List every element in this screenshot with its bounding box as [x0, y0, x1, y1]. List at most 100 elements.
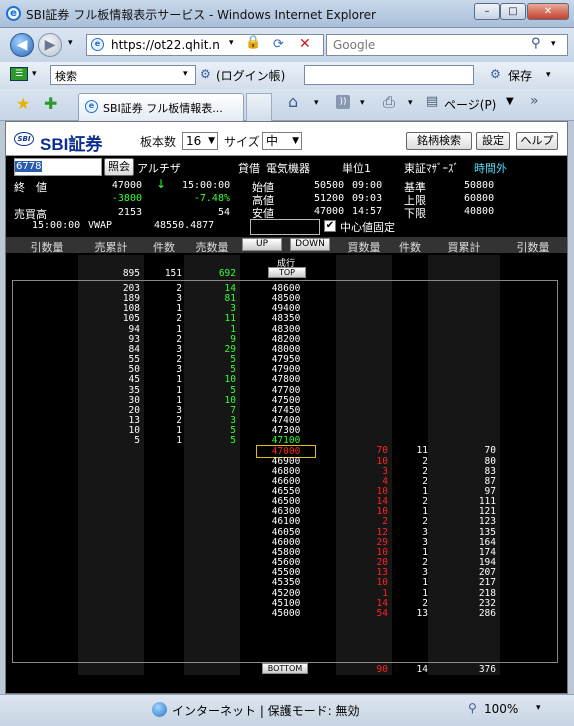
board-count-dropdown-icon: ▼ — [208, 136, 215, 146]
print-dropdown-icon[interactable]: ▾ — [408, 98, 413, 108]
board-count-label: 板本数 — [140, 135, 177, 149]
top-sell-cum: 895 — [122, 268, 140, 279]
status-bar: インターネット | 保護モード: 無効 ⚲ 100% ▾ — [0, 694, 574, 726]
add-favorites-icon[interactable]: ✚ — [44, 94, 57, 113]
vwap-time: 15:00:00 — [32, 220, 81, 231]
lock-icon[interactable]: 🔒 — [245, 35, 261, 55]
page-dropdown-icon[interactable]: ▼ — [506, 96, 514, 107]
center-price-input[interactable] — [250, 219, 320, 235]
col-sell-count: 件数 — [153, 241, 175, 254]
col-sell-qty: 売数量 — [195, 241, 229, 254]
size-select[interactable]: 中 ▼ — [262, 132, 302, 150]
bid-price[interactable]: 45000 — [256, 608, 316, 619]
login-link[interactable]: (ログイン帳) — [216, 67, 285, 84]
address-dropdown-icon[interactable]: ▾ — [229, 38, 234, 48]
tab-sbi-label: SBI証券 フル板情報表... — [103, 102, 223, 115]
search-dropdown-icon[interactable]: ▾ — [551, 39, 556, 49]
toolbar-blank-field[interactable] — [304, 65, 474, 85]
zoom-level[interactable]: 100% — [484, 702, 518, 716]
top-button[interactable]: TOP — [268, 267, 306, 278]
stock-code-input[interactable]: 6778 — [14, 158, 102, 176]
size-label: サイズ — [224, 135, 260, 149]
addon-dropdown-icon[interactable]: ▾ — [32, 69, 37, 79]
history-dropdown-icon[interactable]: ▾ — [68, 38, 73, 48]
page-icon: e — [91, 38, 104, 51]
center-fix-checkbox[interactable]: ✔ — [324, 220, 336, 232]
order-book: 成行 TOP 895 151 692 203 2 14 48600 189 3 8… — [6, 255, 567, 675]
high-price: 51200 — [314, 193, 345, 204]
page-menu-icon: ▤ — [426, 94, 439, 109]
page-menu[interactable]: ページ(P) — [444, 96, 496, 113]
forward-button[interactable]: ▶ — [38, 33, 62, 57]
sbi-logo: SBI証券 — [40, 135, 103, 154]
login-icon: ⚙ — [200, 67, 211, 81]
base-price: 50800 — [464, 180, 495, 191]
maximize-button[interactable]: □ — [500, 3, 526, 20]
bottom-button[interactable]: BOTTOM — [262, 663, 308, 674]
new-tab-button[interactable] — [246, 93, 272, 121]
down-arrow-icon: ↓ — [156, 177, 167, 191]
up-button[interactable]: UP — [242, 238, 282, 251]
internet-globe-icon — [152, 702, 167, 717]
window-titlebar: e SBI証券 フル板情報表示サービス - Windows Internet E… — [0, 0, 574, 28]
home-dropdown-icon[interactable]: ▾ — [314, 98, 319, 108]
home-icon[interactable]: ⌂ — [288, 92, 298, 111]
save-dropdown-icon[interactable]: ▾ — [546, 70, 551, 80]
top-sell-qty: 692 — [218, 268, 236, 279]
lower-label: 下限 — [404, 207, 426, 220]
board-count-select[interactable]: 16 ▼ — [182, 132, 218, 150]
tab-sbi[interactable]: e SBI証券 フル板情報表... — [78, 93, 244, 121]
volume-value: 2153 — [117, 207, 142, 218]
minimize-button[interactable]: – — [474, 3, 500, 20]
zone-status: インターネット | 保護モード: 無効 — [172, 704, 360, 718]
search-icon[interactable]: ⚲ — [531, 36, 541, 51]
back-button[interactable]: ◀ — [10, 33, 34, 57]
print-icon[interactable]: ⎙ — [383, 93, 395, 111]
down-button[interactable]: DOWN — [290, 238, 330, 251]
save-link[interactable]: 保存 — [508, 67, 532, 84]
help-button[interactable]: ヘルプ — [516, 132, 558, 150]
column-header: 引数量 売累計 件数 売数量 UP DOWN 買数量 件数 買累計 引数量 — [6, 237, 567, 254]
ie-icon: e — [6, 6, 21, 21]
sector: 電気機器 — [266, 162, 310, 175]
close-button[interactable]: ✕ — [527, 3, 569, 20]
search-field[interactable]: Google ⚲ ▾ — [326, 34, 568, 56]
settings-button[interactable]: 設定 — [476, 132, 510, 150]
window-title: SBI証券 フル板情報表示サービス - Windows Internet Exp… — [26, 8, 376, 22]
chevron-more-icon[interactable]: » — [530, 93, 539, 109]
col-buy-cum: 買累計 — [447, 241, 481, 254]
ask-sell-cum: 5 — [134, 435, 140, 447]
page-content: SBI SBI証券 板本数 16 ▼ サイズ 中 ▼ 銘柄検索 設定 ヘルプ 677… — [5, 121, 568, 694]
lookup-button[interactable]: 照会 — [104, 158, 134, 176]
market: 東証ﾏｻﾞｰｽﾞ — [404, 162, 459, 175]
bottom-buy-count: 14 — [416, 664, 428, 675]
stop-icon[interactable]: ✕ — [299, 36, 311, 52]
bid-buy-qty: 54 — [376, 607, 388, 619]
stock-search-button[interactable]: 銘柄検索 — [406, 132, 472, 150]
low-time: 14:57 — [352, 206, 383, 217]
feeds-dropdown-icon[interactable]: ▾ — [360, 98, 365, 108]
bottom-buy-cum: 376 — [478, 664, 496, 675]
open-time: 09:00 — [352, 180, 383, 191]
addon-icon[interactable]: ☰ — [10, 67, 28, 81]
ask-sell-qty: 5 — [230, 435, 236, 447]
vwap-label: VWAP — [88, 220, 113, 231]
lower-limit: 40800 — [464, 206, 495, 217]
address-url[interactable]: https://ot22.qhit.n — [111, 38, 220, 52]
refresh-icon[interactable]: ⟳ — [273, 37, 284, 52]
toolbar-search-dropdown-icon[interactable]: ▾ — [183, 69, 188, 79]
toolbar-search-field[interactable]: 検索 ▾ — [50, 65, 196, 85]
col-buy-qty: 買数量 — [347, 241, 381, 254]
zoom-dropdown-icon[interactable]: ▾ — [536, 703, 541, 713]
session-status: 時間外 — [474, 162, 507, 175]
address-field[interactable]: e https://ot22.qhit.n ▾ 🔒 ⟳ ✕ — [86, 34, 324, 56]
toolbar-search-label: 検索 — [55, 70, 77, 83]
size-dropdown-icon: ▼ — [292, 136, 299, 146]
feeds-icon[interactable]: )) — [336, 95, 350, 109]
favorites-star-icon[interactable]: ★ — [16, 94, 30, 113]
sbi-mark-icon: SBI — [14, 132, 34, 146]
board-count-value: 16 — [186, 134, 202, 148]
top-sell-count: 151 — [164, 268, 182, 279]
center-fix-label: 中心値固定 — [340, 221, 395, 234]
zoom-icon: ⚲ — [468, 701, 477, 715]
